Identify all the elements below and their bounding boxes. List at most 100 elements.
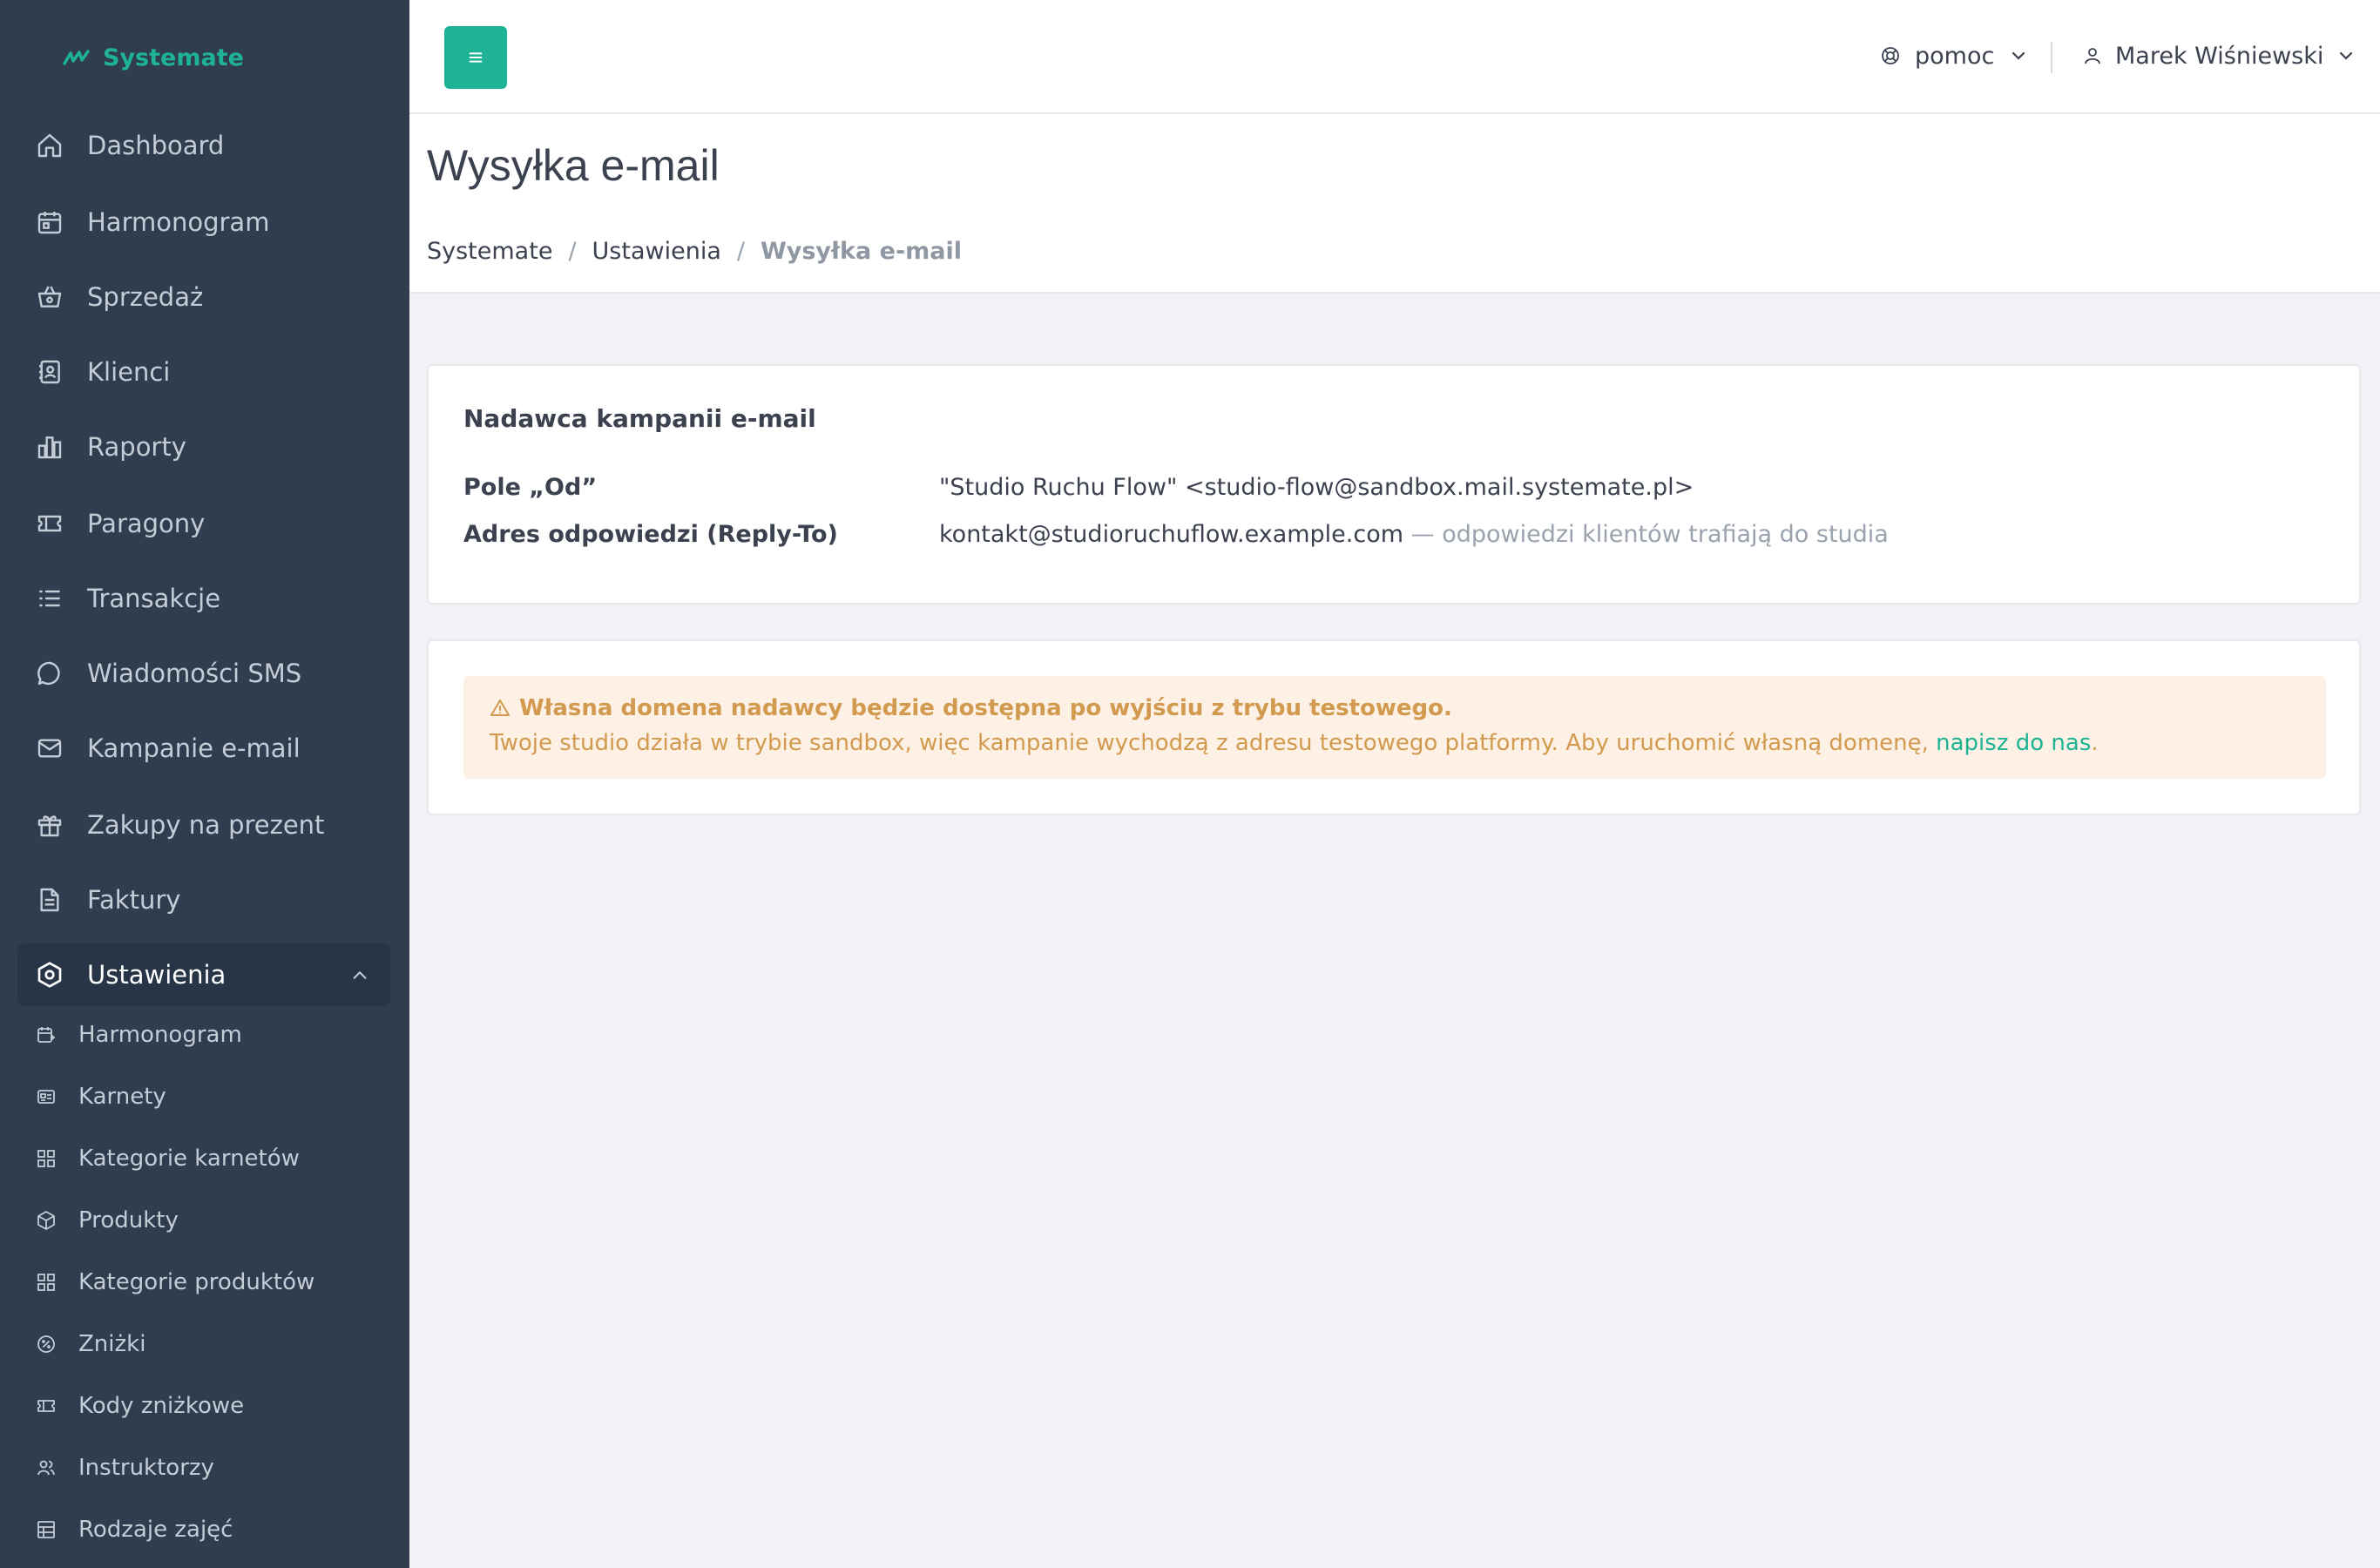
document-icon [35, 885, 64, 915]
user-dropdown[interactable]: Marek Wiśniewski [2082, 38, 2356, 73]
sidebar-item-label: Dashboard [87, 131, 225, 160]
breadcrumb-item-systemate[interactable]: Systemate [427, 238, 552, 265]
from-label: Pole „Od” [463, 474, 598, 501]
sidebar-item-label: Raporty [87, 432, 186, 462]
sidebar-subitem-label: Kategorie karnetów [78, 1146, 300, 1172]
sidebar-item-label: Ustawienia [87, 960, 227, 990]
topbar: pomoc Marek Wiśniewski [409, 0, 2380, 114]
sidebar-item-label: Kampanie e-mail [87, 733, 301, 763]
breadcrumb-item-ustawienia[interactable]: Ustawienia [592, 238, 721, 265]
receipt-icon [35, 509, 64, 538]
settings-icon [35, 960, 64, 990]
users-icon [35, 1456, 57, 1479]
card-icon [35, 1085, 57, 1108]
sidebar-subitem-kody-znizkowe[interactable]: Kody zniżkowe [17, 1380, 390, 1432]
sidebar-item-raporty[interactable]: Raporty [17, 416, 390, 478]
breadcrumb-separator: / [568, 238, 577, 265]
sidebar-item-klienci[interactable]: Klienci [17, 341, 390, 403]
reply-to-value: kontakt@studioruchuflow.example.com [939, 521, 1404, 548]
sidebar-subitem-harmonogram[interactable]: Harmonogram [17, 1009, 390, 1061]
sidebar-subitem-karnety[interactable]: Karnety [17, 1071, 390, 1123]
calendar-edit-icon [35, 1024, 57, 1046]
brand-name: Systemate [103, 44, 244, 71]
sidebar-item-harmonogram[interactable]: Harmonogram [17, 191, 390, 253]
help-dropdown[interactable]: pomoc [1880, 38, 2029, 73]
from-value: "Studio Ruchu Flow" <studio-flow@sandbox… [939, 474, 1694, 501]
sidebar-item-sprzedaz[interactable]: Sprzedaż [17, 266, 390, 328]
sidebar-subitem-label: Kody zniżkowe [78, 1393, 245, 1419]
alert-text: Twoje studio działa w trybie sandbox, wi… [490, 730, 1937, 756]
sidebar-item-ustawienia[interactable]: Ustawienia [17, 943, 390, 1006]
sidebar-subitem-label: Rodzaje zajęć [78, 1517, 233, 1543]
sidebar: Systemate Dashboard Harmonogram Sprzedaż… [0, 0, 409, 1568]
page-title: Wysyłka e-mail [427, 141, 720, 190]
brand-logo[interactable]: Systemate [63, 42, 244, 73]
home-icon [35, 131, 64, 160]
sidebar-subitem-kategorie-karnetow[interactable]: Kategorie karnetów [17, 1132, 390, 1185]
sidebar-subitem-rodzaje-zajec[interactable]: Rodzaje zajęć [17, 1504, 390, 1556]
gift-icon [35, 810, 64, 840]
sidebar-item-label: Zakupy na prezent [87, 810, 325, 840]
alert-title-row: Własna domena nadawcy będzie dostępna po… [490, 695, 1452, 721]
sender-card-title: Nadawca kampanii e-mail [463, 404, 816, 433]
sidebar-subitem-kategorie-produktow[interactable]: Kategorie produktów [17, 1256, 390, 1308]
alert-text-row: Twoje studio działa w trybie sandbox, wi… [490, 730, 2099, 756]
list-icon [35, 584, 64, 613]
sidebar-item-label: Sprzedaż [87, 282, 204, 312]
sidebar-subitem-instruktorzy[interactable]: Instruktorzy [17, 1442, 390, 1494]
lifebuoy-icon [1882, 47, 1899, 64]
breadcrumb-item-current: Wysyłka e-mail [760, 238, 963, 265]
sidebar-item-wiadomosci-sms[interactable]: Wiadomości SMS [17, 642, 390, 705]
sidebar-item-paragony[interactable]: Paragony [17, 492, 390, 555]
sidebar-item-faktury[interactable]: Faktury [17, 868, 390, 931]
breadcrumb: Systemate / Ustawienia / Wysyłka e-mail [427, 238, 962, 265]
ticket-icon [35, 1395, 57, 1417]
page-header: Wysyłka e-mail Systemate / Ustawienia / … [409, 114, 2380, 294]
box-icon [35, 1209, 57, 1232]
warning-icon [490, 700, 510, 716]
alert-title: Własna domena nadawcy będzie dostępna po… [519, 695, 1452, 721]
reply-to-hint: — odpowiedzi klientów trafiają do studia [1403, 521, 1889, 548]
contact-us-link[interactable]: napisz do nas [1936, 730, 2091, 756]
chevron-down-icon [2012, 51, 2025, 60]
sidebar-item-label: Transakcje [87, 584, 221, 613]
calendar-icon [35, 207, 64, 237]
sidebar-item-label: Faktury [87, 885, 181, 915]
help-label: pomoc [1915, 42, 1995, 70]
grid-icon [35, 1147, 57, 1170]
reply-to-label: Adres odpowiedzi (Reply-To) [463, 521, 838, 548]
brand-wave-icon [63, 50, 90, 65]
sidebar-subitem-label: Instruktorzy [78, 1455, 214, 1481]
chevron-up-icon[interactable] [350, 966, 369, 985]
mail-icon [35, 733, 64, 763]
sidebar-item-zakupy-na-prezent[interactable]: Zakupy na prezent [17, 794, 390, 856]
sidebar-subitem-label: Harmonogram [78, 1022, 242, 1048]
basket-icon [35, 282, 64, 312]
menu-toggle-button[interactable] [444, 26, 507, 89]
sidebar-subitem-label: Kategorie produktów [78, 1269, 315, 1295]
table-icon [35, 1518, 57, 1541]
sidebar-subitem-produkty[interactable]: Produkty [17, 1194, 390, 1247]
domain-info-card: Własna domena nadawcy będzie dostępna po… [427, 639, 2361, 815]
contacts-icon [35, 357, 64, 387]
sidebar-item-label: Paragony [87, 509, 206, 538]
reply-to-value-row: kontakt@studioruchuflow.example.com — od… [939, 521, 1889, 548]
bar-chart-icon [35, 432, 64, 462]
sender-card: Nadawca kampanii e-mail Pole „Od” "Studi… [427, 364, 2361, 605]
sidebar-subitem-znizki[interactable]: Zniżki [17, 1318, 390, 1370]
sidebar-item-transakcje[interactable]: Transakcje [17, 567, 390, 630]
menu-icon [469, 52, 483, 63]
user-name: Marek Wiśniewski [2115, 42, 2324, 70]
breadcrumb-separator: / [736, 238, 745, 265]
sidebar-subitem-label: Produkty [78, 1207, 179, 1233]
topbar-divider [2051, 42, 2052, 73]
alert-text-end: . [2091, 730, 2099, 756]
sidebar-item-label: Harmonogram [87, 207, 270, 237]
sidebar-item-label: Wiadomości SMS [87, 659, 302, 688]
grid-icon [35, 1271, 57, 1294]
sidebar-item-kampanie-email[interactable]: Kampanie e-mail [17, 717, 390, 780]
sidebar-subitem-label: Karnety [78, 1084, 166, 1110]
sidebar-subitem-label: Zniżki [78, 1331, 146, 1357]
sidebar-item-dashboard[interactable]: Dashboard [17, 114, 390, 177]
user-icon [2085, 48, 2100, 64]
